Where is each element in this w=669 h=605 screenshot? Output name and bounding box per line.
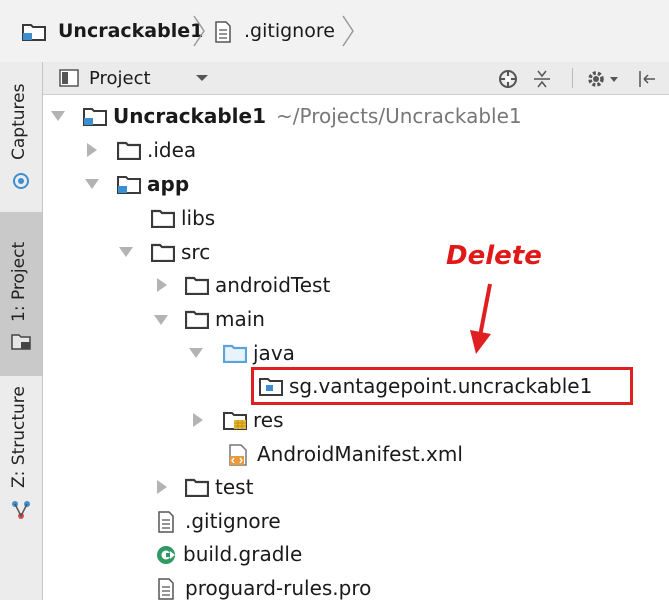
tree-item-idea[interactable]: .idea: [116, 135, 197, 165]
res-folder-icon: [223, 410, 247, 430]
breadcrumb-project[interactable]: Uncrackable1: [22, 18, 203, 44]
tree-item-manifest[interactable]: AndroidManifest.xml: [227, 439, 463, 469]
tree-item-build-gradle[interactable]: build.gradle: [155, 539, 302, 569]
module-folder-icon: [117, 174, 141, 194]
delete-highlight-box: [251, 367, 633, 405]
tree-item-java-label: java: [253, 341, 295, 365]
tree-item-manifest-label: AndroidManifest.xml: [257, 442, 463, 466]
text-file-icon: [157, 511, 175, 533]
expand-arrow[interactable]: [193, 413, 203, 427]
expand-arrow[interactable]: [85, 179, 99, 189]
folder-icon: [184, 309, 210, 330]
delete-annotation-label: Delete: [446, 241, 542, 271]
breadcrumb-file-label: .gitignore: [244, 20, 335, 42]
toolbar-divider: [572, 68, 573, 88]
project-tree: Uncrackable1 ~/Projects/Uncrackable1 .id…: [43, 95, 669, 600]
tree-item-src[interactable]: src: [150, 237, 211, 267]
module-folder-icon: [83, 106, 107, 126]
left-tool-strip: Captures 1: Project Z: Structure: [0, 62, 43, 600]
navigation-bar: Uncrackable1 .gitignore: [0, 0, 669, 63]
project-view-selector[interactable]: Project: [59, 66, 209, 90]
structure-tab[interactable]: Z: Structure: [0, 378, 42, 538]
java-folder-icon: [222, 343, 248, 364]
tree-item-proguard-label: proguard-rules.pro: [185, 576, 372, 600]
text-file-icon: [214, 21, 232, 43]
target-icon[interactable]: [497, 68, 519, 90]
expand-arrow[interactable]: [189, 348, 203, 358]
captures-icon: [13, 173, 29, 189]
tree-item-root[interactable]: Uncrackable1 ~/Projects/Uncrackable1: [83, 101, 522, 131]
expand-arrow[interactable]: [154, 315, 168, 325]
annotation-arrow-icon: [470, 283, 492, 354]
project-view-icon: [59, 69, 79, 87]
breadcrumb-separator: [342, 15, 354, 47]
tree-item-proguard[interactable]: proguard-rules.pro: [157, 573, 371, 603]
expand-arrow[interactable]: [51, 111, 65, 121]
breadcrumb-separator: [193, 15, 205, 47]
project-tab[interactable]: 1: Project: [0, 212, 42, 376]
tree-item-gitignore-label: .gitignore: [185, 509, 281, 533]
tree-item-res-label: res: [253, 408, 284, 432]
tree-item-gitignore[interactable]: .gitignore: [157, 506, 281, 536]
tree-item-build-gradle-label: build.gradle: [183, 542, 303, 566]
expand-arrow[interactable]: [157, 480, 167, 494]
xml-file-icon: [227, 444, 251, 466]
tree-item-java[interactable]: java: [222, 338, 295, 368]
breadcrumb-file[interactable]: .gitignore: [214, 18, 335, 44]
hide-icon[interactable]: [636, 68, 658, 90]
tree-item-main[interactable]: main: [184, 304, 265, 334]
tree-item-android-test[interactable]: androidTest: [184, 270, 331, 300]
text-file-icon: [157, 578, 175, 600]
tree-item-libs[interactable]: libs: [150, 203, 216, 233]
project-panel-header: Project: [43, 62, 669, 95]
collapse-icon[interactable]: [531, 68, 553, 90]
project-folder-icon: [11, 334, 31, 350]
chevron-down-icon: [195, 75, 208, 81]
tree-item-res[interactable]: res: [223, 405, 284, 435]
folder-icon: [150, 208, 176, 229]
tree-item-test[interactable]: test: [184, 472, 254, 502]
structure-icon: [12, 501, 30, 519]
module-folder-icon: [22, 21, 46, 41]
structure-tab-label: Z: Structure: [9, 386, 29, 488]
gradle-icon: [155, 544, 177, 564]
project-view-label: Project: [89, 67, 151, 89]
captures-tab[interactable]: Captures: [0, 62, 42, 212]
tree-item-root-label: Uncrackable1: [113, 104, 266, 128]
tree-item-app-label: app: [147, 172, 190, 196]
expand-arrow[interactable]: [119, 247, 133, 257]
captures-tab-label: Captures: [9, 83, 29, 160]
tree-item-libs-label: libs: [181, 206, 216, 230]
folder-icon: [184, 477, 210, 498]
breadcrumb-project-label: Uncrackable1: [58, 20, 204, 42]
expand-arrow[interactable]: [87, 143, 97, 157]
tree-item-test-label: test: [215, 475, 254, 499]
expand-arrow[interactable]: [157, 278, 167, 292]
folder-icon: [150, 242, 176, 263]
tree-item-idea-label: .idea: [147, 138, 197, 162]
tree-item-app[interactable]: app: [117, 169, 189, 199]
tree-item-android-test-label: androidTest: [215, 273, 331, 297]
gear-icon[interactable]: [586, 68, 620, 90]
project-tab-label: 1: Project: [9, 241, 29, 322]
tree-item-root-path: ~/Projects/Uncrackable1: [276, 104, 522, 128]
tree-item-src-label: src: [181, 240, 211, 264]
tree-item-main-label: main: [215, 307, 265, 331]
folder-icon: [184, 275, 210, 296]
folder-icon: [116, 140, 142, 161]
